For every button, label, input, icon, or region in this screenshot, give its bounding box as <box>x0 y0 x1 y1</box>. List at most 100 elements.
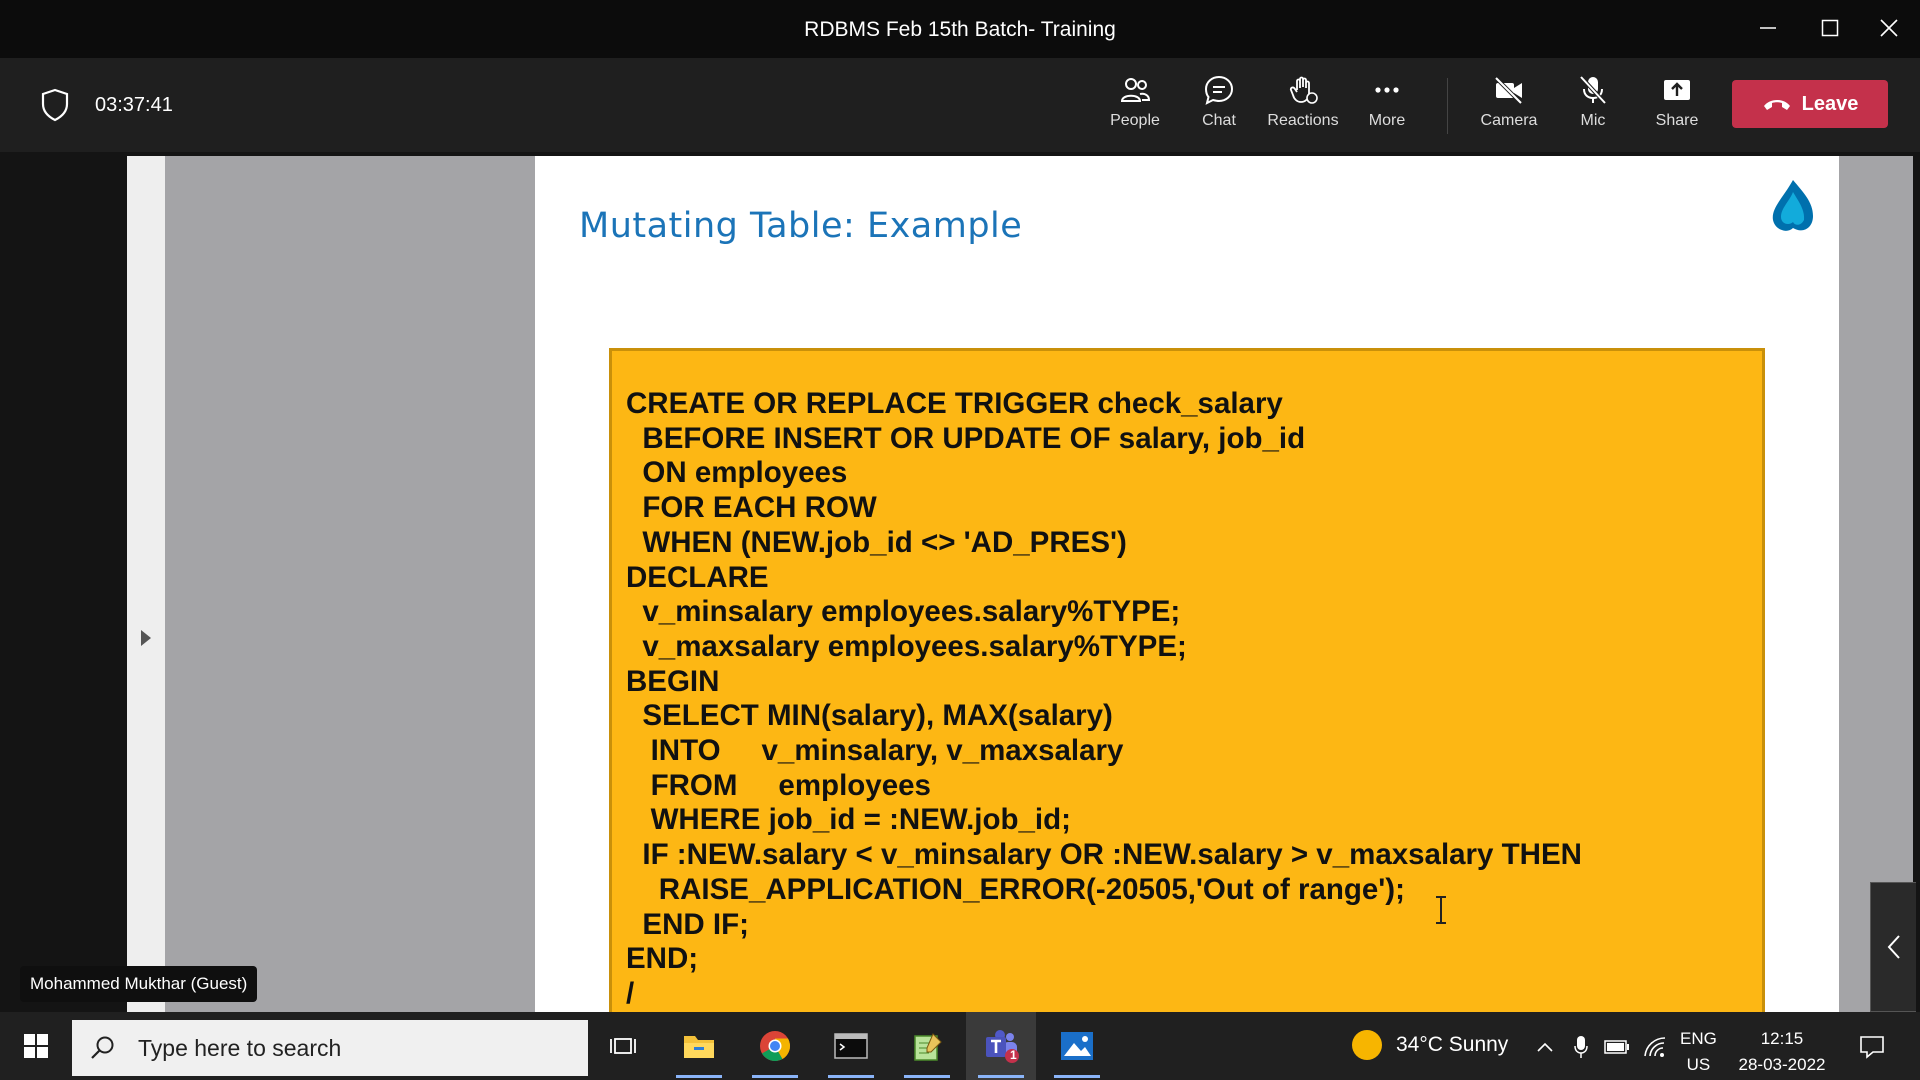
reactions-label: Reactions <box>1267 112 1339 129</box>
reactions-button[interactable]: Reactions <box>1261 74 1345 138</box>
code-line: v_minsalary employees.salary%TYPE; <box>626 595 1181 629</box>
chevron-left-icon <box>1887 935 1900 959</box>
meeting-timer: 03:37:41 <box>95 94 173 116</box>
code-line: BEFORE INSERT OR UPDATE OF salary, job_i… <box>626 421 1306 455</box>
notification-center-button[interactable] <box>1855 1030 1889 1064</box>
camera-button[interactable]: Camera <box>1467 74 1551 138</box>
shared-screen-stage: Mutating Table: Example CREATE OR REPLAC… <box>0 152 1920 1028</box>
task-view-button[interactable] <box>588 1012 658 1080</box>
search-placeholder: Type here to search <box>138 1034 342 1061</box>
title-bar: RDBMS Feb 15th Batch- Training <box>0 0 1920 58</box>
code-line: CREATE OR REPLACE TRIGGER check_salary <box>626 387 1283 420</box>
more-label: More <box>1368 112 1406 129</box>
minimize-button[interactable] <box>1745 8 1791 48</box>
task-view-icon <box>610 1038 636 1054</box>
clock-date: 28-03-2022 <box>1738 1055 1826 1074</box>
chat-icon <box>1204 75 1234 105</box>
show-hidden-icons-button[interactable] <box>1532 1034 1558 1060</box>
participant-name-tag: Mohammed Mukthar (Guest) <box>20 966 258 1002</box>
capgemini-logo-icon <box>1767 178 1817 241</box>
running-indicator <box>828 1075 874 1078</box>
battery-icon[interactable] <box>1604 1034 1630 1060</box>
code-line: IF :NEW.salary < v_minsalary OR :NEW.sal… <box>626 838 1582 872</box>
windows-logo-icon <box>24 1034 48 1058</box>
terminal-app[interactable] <box>816 1012 886 1080</box>
chevron-up-icon <box>1537 1042 1553 1052</box>
share-button[interactable]: Share <box>1635 74 1719 138</box>
teams-notification-badge: 1 <box>1010 1048 1017 1062</box>
taskbar-search-box[interactable]: Type here to search <box>72 1020 588 1076</box>
more-button[interactable]: More <box>1345 74 1429 138</box>
wifi-icon[interactable] <box>1642 1034 1668 1060</box>
file-explorer-app[interactable] <box>664 1012 734 1080</box>
microphone-tray-icon[interactable] <box>1568 1034 1594 1060</box>
code-line: FROM employees <box>626 768 931 802</box>
maximize-button[interactable] <box>1807 8 1853 48</box>
more-icon <box>1375 87 1399 93</box>
notepad-icon <box>914 1033 942 1061</box>
code-line: END; <box>626 942 699 976</box>
running-indicator <box>904 1075 950 1078</box>
code-line: INTO v_minsalary, v_maxsalary <box>626 734 1124 768</box>
system-clock[interactable]: 12:15 28-03-2022 <box>1732 1026 1832 1078</box>
weather-text: 34°C Sunny <box>1396 1033 1509 1056</box>
code-block: CREATE OR REPLACE TRIGGER check_salary B… <box>609 348 1765 1028</box>
people-button[interactable]: People <box>1093 74 1177 138</box>
input-language-indicator[interactable]: ENG US <box>1680 1026 1717 1078</box>
close-button[interactable] <box>1866 8 1912 48</box>
expand-arrow-icon[interactable] <box>139 628 153 648</box>
side-panel-toggle[interactable] <box>1870 882 1916 1012</box>
language-code: ENG <box>1680 1029 1717 1048</box>
start-button[interactable] <box>0 1012 72 1080</box>
slide-title: Mutating Table: Example <box>579 206 1023 246</box>
mic-off-icon <box>1579 75 1607 105</box>
chrome-app[interactable] <box>740 1012 810 1080</box>
presentation-slide: Mutating Table: Example CREATE OR REPLAC… <box>535 156 1839 1028</box>
hang-up-icon <box>1763 100 1790 110</box>
people-label: People <box>1110 112 1160 129</box>
code-line: ON employees <box>626 456 848 490</box>
keyboard-layout: US <box>1686 1055 1711 1074</box>
windows-taskbar: Type here to search 1 34°C Sunny ENG US … <box>0 1012 1920 1080</box>
maximize-icon <box>1821 19 1839 37</box>
code-line: / <box>626 976 635 1010</box>
code-line: FOR EACH ROW <box>626 491 877 525</box>
code-line: WHEN (NEW.job_id <> 'AD_PRES') <box>626 525 1127 559</box>
share-label: Share <box>1655 112 1699 129</box>
window-title: RDBMS Feb 15th Batch- Training <box>804 18 1116 41</box>
sun-icon <box>1352 1030 1382 1060</box>
teams-app[interactable]: 1 <box>966 1012 1036 1080</box>
weather-widget[interactable]: 34°C Sunny <box>1352 1030 1508 1060</box>
code-line: BEGIN <box>626 664 720 698</box>
people-icon <box>1120 78 1151 102</box>
running-indicator <box>978 1075 1024 1078</box>
shield-icon <box>40 88 70 127</box>
code-line: DECLARE <box>626 560 769 594</box>
running-indicator <box>752 1075 798 1078</box>
close-icon <box>1880 19 1898 37</box>
reactions-icon <box>1289 76 1318 104</box>
code-line: WHERE job_id = :NEW.job_id; <box>626 803 1071 837</box>
folder-icon <box>684 1036 714 1058</box>
search-icon <box>91 1036 114 1059</box>
chat-button[interactable]: Chat <box>1177 74 1261 138</box>
minimize-icon <box>1760 27 1776 29</box>
mic-button[interactable]: Mic <box>1551 74 1635 138</box>
text-cursor-icon <box>1434 895 1448 930</box>
leave-button[interactable]: Leave <box>1732 80 1888 128</box>
toolbar-divider <box>1447 78 1448 134</box>
slide-left-strip <box>127 156 165 1012</box>
running-indicator <box>676 1075 722 1078</box>
slide-gray-panel <box>165 156 535 1012</box>
photos-app[interactable] <box>1042 1012 1112 1080</box>
meeting-toolbar: 03:37:41 People Chat Reactions More Came… <box>0 58 1920 152</box>
clock-time: 12:15 <box>1760 1029 1804 1048</box>
mic-label: Mic <box>1580 112 1606 129</box>
camera-off-icon <box>1494 76 1523 105</box>
terminal-icon <box>834 1033 868 1059</box>
notepad-app[interactable] <box>892 1012 962 1080</box>
running-indicator <box>1054 1075 1100 1078</box>
chrome-icon <box>760 1031 791 1062</box>
share-icon <box>1664 80 1690 100</box>
chat-label: Chat <box>1202 112 1236 129</box>
